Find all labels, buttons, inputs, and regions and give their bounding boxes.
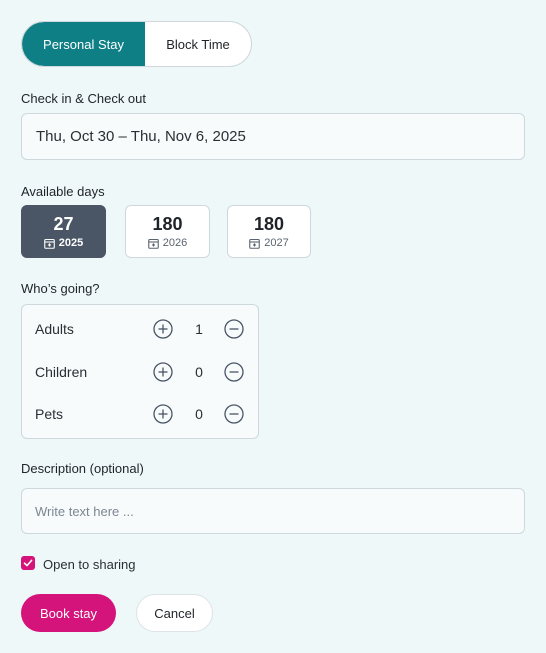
- year-card-2027[interactable]: 180 2027: [227, 205, 311, 258]
- year-days-count: 27: [53, 214, 74, 234]
- year-card-2025[interactable]: 27 2025: [21, 205, 106, 258]
- guest-count: 0: [195, 364, 203, 380]
- checkmark-icon: [23, 559, 33, 567]
- plus-circle-icon[interactable]: [153, 319, 173, 339]
- guest-count: 1: [195, 321, 203, 337]
- block-time-tab[interactable]: Block Time: [145, 22, 251, 66]
- guest-row-label: Adults: [35, 321, 74, 337]
- cancel-button[interactable]: Cancel: [136, 594, 213, 632]
- minus-circle-icon[interactable]: [224, 362, 244, 382]
- guest-count: 0: [195, 406, 203, 422]
- guest-row-pets: Pets 0: [22, 399, 258, 429]
- date-range-field[interactable]: Thu, Oct 30 – Thu, Nov 6, 2025: [21, 113, 525, 160]
- year-days-count: 180: [152, 214, 183, 234]
- guest-row-label: Children: [35, 364, 88, 380]
- book-stay-button[interactable]: Book stay: [21, 594, 116, 632]
- plus-circle-icon[interactable]: [153, 362, 173, 382]
- description-input[interactable]: [21, 488, 525, 534]
- sharing-checkbox[interactable]: [21, 556, 35, 570]
- personal-stay-tab[interactable]: Personal Stay: [22, 22, 145, 66]
- year-card-2026[interactable]: 180 2026: [125, 205, 210, 258]
- year-label: 2026: [162, 237, 188, 249]
- guest-row-adults: Adults 1: [22, 314, 258, 344]
- guest-row-label: Pets: [35, 406, 64, 422]
- sharing-label: Open to sharing: [43, 557, 136, 572]
- guest-row-children: Children 0: [22, 357, 258, 387]
- description-label: Description (optional): [21, 461, 144, 476]
- minus-circle-icon[interactable]: [224, 404, 244, 424]
- dates-label: Check in & Check out: [21, 91, 147, 106]
- calendar-icon: [147, 238, 159, 249]
- guests-label: Who’s going?: [21, 281, 100, 296]
- stay-type-toggle: Personal Stay Block Time: [21, 21, 252, 67]
- year-label: 2025: [58, 237, 84, 249]
- year-days-count: 180: [253, 214, 285, 234]
- calendar-icon: [43, 238, 55, 249]
- guest-counter-panel: Adults 1 Children 0 Pets 0: [21, 304, 259, 439]
- minus-circle-icon[interactable]: [224, 319, 244, 339]
- year-label: 2027: [264, 237, 289, 249]
- available-days-label: Available days: [21, 184, 105, 199]
- plus-circle-icon[interactable]: [153, 404, 173, 424]
- booking-form: Personal Stay Block Time Check in & Chec…: [0, 0, 546, 653]
- calendar-icon: [249, 238, 261, 249]
